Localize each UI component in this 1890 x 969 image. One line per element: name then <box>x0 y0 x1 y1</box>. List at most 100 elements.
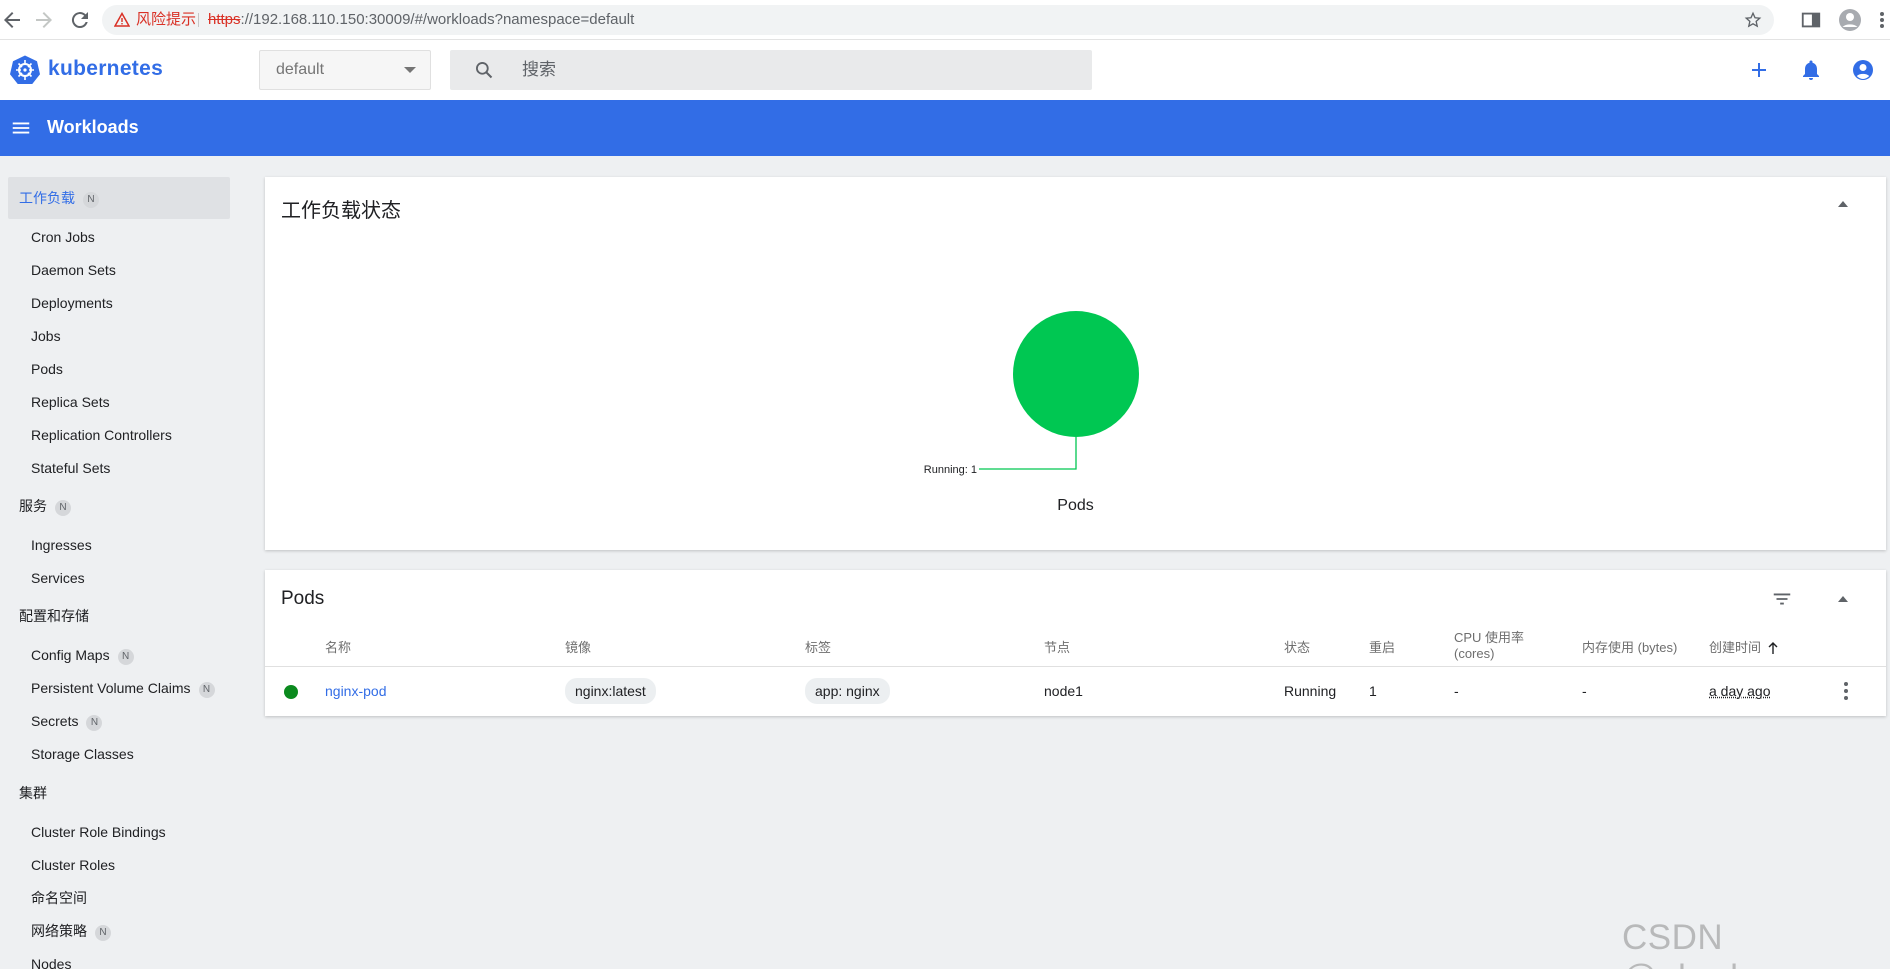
sidebar-item-replica-sets[interactable]: Replica Sets <box>31 392 110 412</box>
pie-slice-running[interactable] <box>1013 311 1139 437</box>
namespaced-badge: N <box>118 649 134 665</box>
app-header: kubernetes default <box>0 40 1890 100</box>
namespaced-badge: N <box>199 682 215 698</box>
pod-label: app: nginx <box>805 678 890 704</box>
sidebar-item-services[interactable]: Services <box>31 568 85 588</box>
sidebar-group-services[interactable]: 服务 N <box>8 485 230 527</box>
sidebar-item-label: 网络策略 <box>31 923 87 939</box>
chart-caption: Pods <box>265 497 1886 515</box>
sidebar-item-config-maps[interactable]: Config Maps N <box>31 645 134 665</box>
sidebar-group-label: 集群 <box>19 785 47 801</box>
address-bar[interactable]: 风险提示 https://192.168.110.150:30009/#/wor… <box>102 5 1774 35</box>
side-panel-icon[interactable] <box>1800 8 1822 37</box>
sidebar-group-config-storage[interactable]: 配置和存储 <box>8 595 230 637</box>
row-actions-more-icon[interactable] <box>1842 680 1850 707</box>
hamburger-menu-icon[interactable] <box>10 117 32 144</box>
pod-name-link[interactable]: nginx-pod <box>325 681 387 701</box>
namespace-value: default <box>276 61 324 78</box>
url-text: https://192.168.110.150:30009/#/workload… <box>208 5 634 35</box>
sidebar-item-network-policies[interactable]: 网络策略 N <box>31 921 111 941</box>
pie-leader-line <box>979 437 1076 469</box>
sidebar-item-secrets[interactable]: Secrets N <box>31 711 102 731</box>
sidebar-item-cron-jobs[interactable]: Cron Jobs <box>31 227 95 247</box>
table-header-divider <box>265 666 1886 667</box>
sidebar-item-cluster-roles[interactable]: Cluster Roles <box>31 855 115 875</box>
namespaced-badge: N <box>95 925 111 941</box>
sidebar-item-daemon-sets[interactable]: Daemon Sets <box>31 260 116 280</box>
page-title: Workloads <box>47 117 139 138</box>
profile-icon[interactable] <box>1838 8 1862 37</box>
pod-status: Running <box>1284 681 1336 701</box>
pod-memory: - <box>1582 681 1587 701</box>
pod-label-chip: app: nginx <box>805 678 890 704</box>
column-header-image: 镜像 <box>565 640 591 656</box>
column-header-labels: 标签 <box>805 640 831 656</box>
sidebar-item-pods[interactable]: Pods <box>31 359 63 379</box>
column-header-memory: 内存使用 (bytes) <box>1582 640 1677 656</box>
column-header-status[interactable]: 状态 <box>1284 640 1310 656</box>
sidebar-item-persistent-volume-claims[interactable]: Persistent Volume Claims N <box>31 678 215 698</box>
column-header-created[interactable]: 创建时间 <box>1709 640 1779 656</box>
warning-icon <box>114 12 130 28</box>
reload-icon[interactable] <box>68 8 92 32</box>
column-header-cpu: CPU 使用率 (cores) <box>1454 630 1524 662</box>
filter-icon[interactable] <box>1771 588 1793 615</box>
sidebar-group-cluster[interactable]: 集群 <box>8 772 230 814</box>
sidebar-item-stateful-sets[interactable]: Stateful Sets <box>31 458 110 478</box>
back-icon[interactable] <box>0 8 24 32</box>
sidebar-group-workloads[interactable]: 工作负载 N <box>8 177 230 219</box>
dropdown-caret-icon <box>404 67 416 73</box>
pod-status-running-icon <box>284 685 298 699</box>
pod-image-chip: nginx:latest <box>565 678 656 704</box>
page-toolbar: Workloads <box>0 100 1890 156</box>
sidebar-item-nodes[interactable]: Nodes <box>31 954 71 969</box>
sidebar-item-ingresses[interactable]: Ingresses <box>31 535 92 555</box>
column-header-restarts[interactable]: 重启 <box>1369 640 1395 656</box>
security-warning-text: 风险提示 <box>136 5 196 35</box>
notifications-bell-icon[interactable] <box>1799 58 1823 82</box>
sidebar-item-replication-controllers[interactable]: Replication Controllers <box>31 425 172 445</box>
pod-image: nginx:latest <box>565 678 656 704</box>
sidebar-item-cluster-role-bindings[interactable]: Cluster Role Bindings <box>31 822 166 842</box>
pod-node: node1 <box>1044 681 1083 701</box>
kubernetes-logo[interactable]: kubernetes <box>10 54 163 84</box>
pie-slice-label: Running: 1 <box>924 464 977 476</box>
sort-arrow-up-icon <box>1767 641 1779 655</box>
sidebar-item-jobs[interactable]: Jobs <box>31 326 61 346</box>
pods-status-chart: Running: 1 <box>265 177 1886 550</box>
search-icon <box>474 60 494 85</box>
address-separator <box>198 13 199 27</box>
url-scheme: https <box>208 11 241 28</box>
namespaced-badge: N <box>55 500 71 516</box>
column-header-name[interactable]: 名称 <box>325 640 351 656</box>
sidebar-item-namespaces[interactable]: 命名空间 <box>31 888 87 908</box>
sidebar-item-deployments[interactable]: Deployments <box>31 293 113 313</box>
kubernetes-wheel-icon <box>10 54 40 84</box>
security-warning[interactable]: 风险提示 <box>114 5 196 35</box>
search-input[interactable] <box>522 50 1082 90</box>
sidebar-item-label: Secrets <box>31 713 78 729</box>
logo-text: kubernetes <box>48 57 163 81</box>
pod-cpu: - <box>1454 681 1459 701</box>
collapse-arrow-icon[interactable] <box>1838 596 1848 602</box>
search-bar[interactable] <box>450 50 1092 90</box>
sidebar-group-label: 服务 <box>19 498 47 514</box>
pod-restarts: 1 <box>1369 681 1377 701</box>
forward-icon[interactable] <box>32 8 56 32</box>
namespace-select[interactable]: default <box>259 50 431 90</box>
sidebar-nav: 工作负载 N Cron Jobs Daemon Sets Deployments … <box>0 156 240 969</box>
column-header-node[interactable]: 节点 <box>1044 640 1070 656</box>
sidebar-group-label: 配置和存储 <box>19 608 89 624</box>
sidebar-item-storage-classes[interactable]: Storage Classes <box>31 744 134 764</box>
url-path: ://192.168.110.150:30009/#/workloads?nam… <box>241 11 635 28</box>
browser-menu-icon[interactable] <box>1878 8 1886 37</box>
account-icon[interactable] <box>1851 58 1875 82</box>
browser-chrome: 风险提示 https://192.168.110.150:30009/#/wor… <box>0 0 1890 40</box>
sidebar-group-label: 工作负载 <box>19 190 75 206</box>
column-header-cpu-line1: CPU 使用率 <box>1454 630 1524 646</box>
watermark-text: CSDN @aherhuo <box>1622 918 1890 969</box>
bookmark-star-icon[interactable] <box>1744 5 1762 44</box>
create-plus-icon[interactable] <box>1747 58 1771 82</box>
sidebar-item-label: Persistent Volume Claims <box>31 680 191 696</box>
workload-status-card: 工作负载状态 Running: 1 Pods <box>265 177 1886 550</box>
